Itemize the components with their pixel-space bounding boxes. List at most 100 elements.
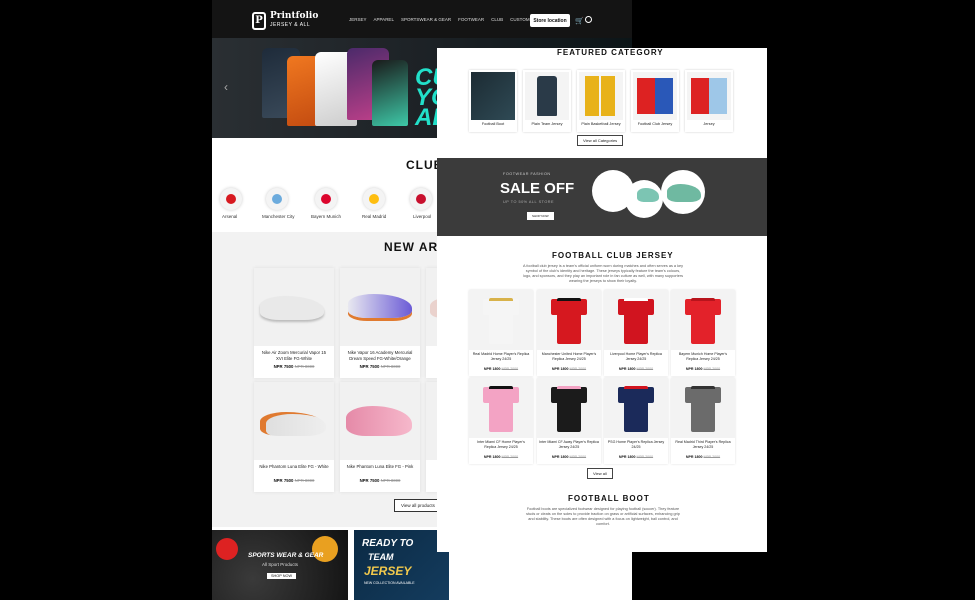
jersey-name: Real Madrid Home Player's Replica Jersey… xyxy=(472,352,530,361)
shoe-graphic xyxy=(637,188,659,202)
product-image xyxy=(254,382,334,460)
menu-item-jersey[interactable]: Jersey xyxy=(349,17,367,22)
club-liverpool-logo[interactable] xyxy=(410,188,432,210)
club-realmadrid-logo[interactable] xyxy=(363,188,385,210)
jersey-card[interactable]: Inter Miami CF Away Player's Replica Jer… xyxy=(537,378,601,464)
category-card-jersey[interactable]: Jersey xyxy=(685,70,733,132)
club-label: Real Madrid xyxy=(362,214,387,219)
chevron-left-icon[interactable]: ‹ xyxy=(224,80,228,94)
jersey-price: NPR 1800 NPR 2000 xyxy=(685,455,721,459)
sports-gear-banner[interactable]: SPORTS WEAR & GEAR All Sport Products SH… xyxy=(212,530,348,600)
jersey-image xyxy=(537,378,601,438)
menu-item-sportswear[interactable]: Sportswear & Gear xyxy=(401,17,451,22)
product-card[interactable]: Nike Vapor 16 Academy Mercurial Dream Sp… xyxy=(340,268,420,378)
jersey-banner-title3: JERSEY xyxy=(364,564,412,578)
club-label: Manchester City xyxy=(262,214,295,219)
jersey-price: NPR 1800 NPR 2000 xyxy=(551,455,587,459)
jersey-image xyxy=(604,290,668,350)
menu-item-club[interactable]: Club xyxy=(491,17,503,22)
jersey-card[interactable]: Manchester United Home Player's Replica … xyxy=(537,290,601,376)
jersey-card[interactable]: Liverpool Home Player's Replica Jersey 2… xyxy=(604,290,668,376)
logo-icon[interactable]: P xyxy=(252,12,266,30)
jersey-price: NPR 1800 NPR 2000 xyxy=(551,367,587,371)
jersey-image xyxy=(469,290,533,350)
front-page-screenshot: FEATURED CATEGORY Football Boot Plain Te… xyxy=(437,48,767,552)
product-name: Nike Air Zoom Mercurial Vapor 15 XVI Eli… xyxy=(261,350,327,361)
product-image xyxy=(340,382,420,460)
club-bayern-logo[interactable] xyxy=(315,188,337,210)
category-card-plain-basketball-jersey[interactable]: Plain Basketball Jersey xyxy=(577,70,625,132)
club-arsenal-logo[interactable] xyxy=(220,188,242,210)
football-boot-title: FOOTBALL BOOT xyxy=(568,494,650,503)
sports-banner-title: SPORTS WEAR & GEAR xyxy=(248,552,324,559)
menu-item-custom[interactable]: Custom xyxy=(510,17,529,22)
jersey-name: PSG Home Player's Replica Jersey 24/25 xyxy=(607,440,665,449)
view-all-products-button[interactable]: View all products xyxy=(394,499,442,512)
football-boot-description: Football boots are specialized footwear … xyxy=(526,507,680,526)
club-label: Arsenal xyxy=(222,214,238,219)
sale-eyebrow: FOOTWEAR FASHION xyxy=(503,172,551,176)
shop-now-button[interactable]: SHOP NOW xyxy=(267,573,297,579)
club-mancity-logo[interactable] xyxy=(266,188,288,210)
jersey-banner-title2: TEAM xyxy=(368,552,394,562)
product-name: Nike Vapor 16 Academy Mercurial Dream Sp… xyxy=(347,350,413,361)
category-card-football-boot[interactable]: Football Boot xyxy=(469,70,517,132)
sale-banner[interactable]: FOOTWEAR FASHION SALE OFF UP TO 50% ALL … xyxy=(437,158,767,236)
jersey-name: Real Madrid Third Player's Replica Jerse… xyxy=(675,440,731,449)
jersey-card[interactable]: Real Madrid Home Player's Replica Jersey… xyxy=(469,290,533,376)
hero-jersey xyxy=(372,60,408,126)
product-price: NPR 7500 NPR 8000 xyxy=(273,364,315,369)
product-name: Nike Phantom Luna Elite FG - Pink xyxy=(346,464,414,469)
brand-name[interactable]: Printfolio xyxy=(270,11,318,21)
jersey-image xyxy=(469,378,533,438)
menu-item-footwear[interactable]: Footwear xyxy=(458,17,484,22)
top-navbar: P Printfolio JERSEY & ALL Jersey Apparel… xyxy=(212,0,632,38)
jersey-price: NPR 1800 NPR 2000 xyxy=(483,367,519,371)
category-label: Plain Basketball Jersey xyxy=(581,122,621,126)
category-card-plain-team-jersey[interactable]: Plain Team Jersey xyxy=(523,70,571,132)
shoe-graphic xyxy=(667,184,701,202)
main-menu: Jersey Apparel Sportswear & Gear Footwea… xyxy=(349,17,530,22)
jersey-banner-sub: NEW COLLECTION AVAILABLE xyxy=(364,581,415,585)
product-card[interactable]: Nike Phantom Luna Elite FG - White NPR 7… xyxy=(254,382,334,492)
category-image xyxy=(633,72,677,120)
jersey-card[interactable]: PSG Home Player's Replica Jersey 24/25 NP… xyxy=(604,378,668,464)
jersey-name: Inter Miami CF Home Player's Replica Jer… xyxy=(477,440,525,449)
product-card[interactable]: Nike Air Zoom Mercurial Vapor 15 XVI Eli… xyxy=(254,268,334,378)
sale-shop-button[interactable]: SHOP NOW xyxy=(527,212,554,220)
category-card-football-club-jersey[interactable]: Football Club Jersey xyxy=(631,70,679,132)
jersey-price: NPR 1800 NPR 2000 xyxy=(618,367,654,371)
cart-icon[interactable]: 🛒 xyxy=(575,17,584,25)
jersey-card[interactable]: Inter Miami CF Home Player's Replica Jer… xyxy=(469,378,533,464)
jersey-card[interactable]: Bayern Munich Home Player's Replica Jers… xyxy=(671,290,735,376)
product-price: NPR 7500 NPR 8000 xyxy=(359,478,401,483)
team-jersey-banner[interactable]: READY TO TEAM JERSEY NEW COLLECTION AVAI… xyxy=(354,530,449,600)
search-icon[interactable] xyxy=(585,16,592,23)
category-label: Jersey xyxy=(703,122,715,126)
product-card[interactable]: Nike Phantom Luna Elite FG - Pink NPR 75… xyxy=(340,382,420,492)
sale-title: SALE OFF xyxy=(500,180,575,197)
jersey-price: NPR 1800 NPR 2000 xyxy=(618,455,654,459)
club-jersey-title: FOOTBALL CLUB JERSEY xyxy=(552,251,674,260)
view-all-categories-button[interactable]: View all Categories xyxy=(577,135,624,146)
jersey-name: Manchester United Home Player's Replica … xyxy=(541,352,597,361)
ball-graphic xyxy=(216,538,238,560)
jersey-image xyxy=(537,290,601,350)
category-image xyxy=(471,72,515,120)
category-label: Football Boot xyxy=(481,122,505,126)
category-label: Football Club Jersey xyxy=(637,122,673,126)
category-image xyxy=(687,72,731,120)
store-location-button[interactable]: Store location xyxy=(530,14,570,27)
brand-tagline: JERSEY & ALL xyxy=(270,22,311,28)
sports-banner-sub: All Sport Products xyxy=(262,562,299,567)
jersey-card[interactable]: Real Madrid Third Player's Replica Jerse… xyxy=(671,378,735,464)
product-price: NPR 7500 NPR 8000 xyxy=(273,478,315,483)
jersey-name: Inter Miami CF Away Player's Replica Jer… xyxy=(539,440,599,449)
menu-item-apparel[interactable]: Apparel xyxy=(374,17,394,22)
category-image xyxy=(525,72,569,120)
jersey-image xyxy=(671,290,735,350)
jersey-image xyxy=(671,378,735,438)
jersey-price: NPR 1800 NPR 2000 xyxy=(685,367,721,371)
view-all-jerseys-button[interactable]: View all xyxy=(587,468,613,479)
category-image xyxy=(579,72,623,120)
